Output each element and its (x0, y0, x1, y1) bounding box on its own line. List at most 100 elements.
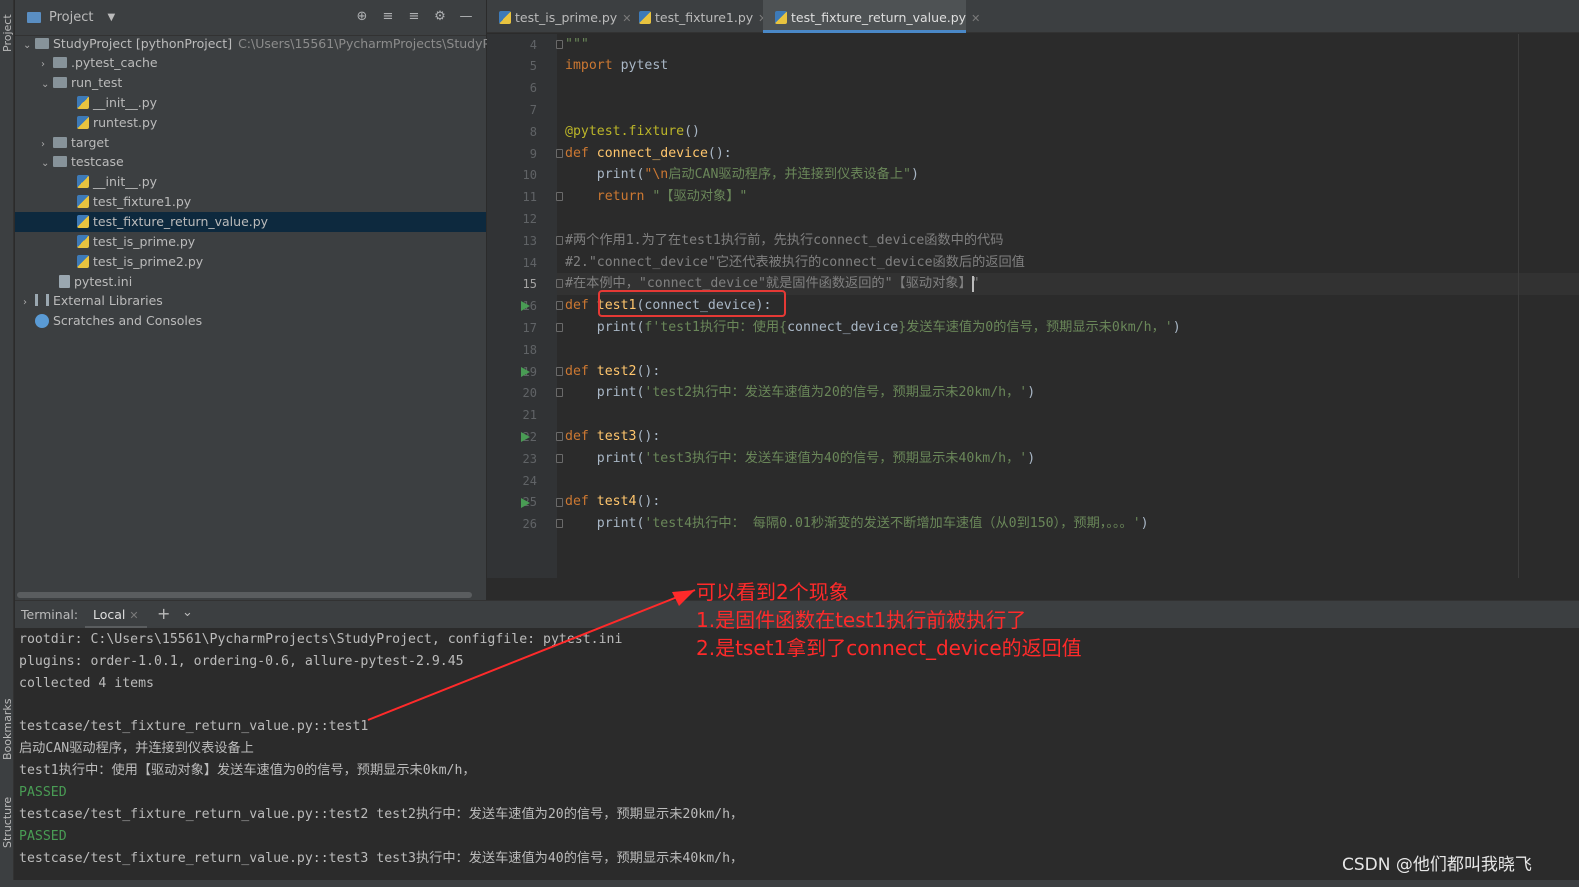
hide-icon[interactable]: — (459, 10, 473, 24)
tree-item-label: testcase (71, 154, 124, 169)
collapse-all-icon[interactable]: ≡ (407, 10, 421, 24)
folder-icon (35, 38, 49, 49)
fold-marker-icon[interactable] (556, 498, 563, 507)
tree-item-run-test[interactable]: ⌄ run_test (15, 73, 486, 93)
run-test1-icon[interactable] (521, 301, 530, 311)
tree-item-label: .pytest_cache (71, 55, 158, 70)
watermark: CSDN @他们都叫我晓飞 (1342, 855, 1532, 875)
line-number: 11 (522, 190, 537, 204)
tree-item-testcase[interactable]: ⌄ testcase (15, 152, 486, 172)
tree-item-root[interactable]: ⌄ StudyProject [pythonProject] C:\Users\15… (15, 34, 513, 54)
project-tool-window-button[interactable]: Project (1, 14, 14, 52)
tree-item-test-is-prime[interactable]: test_is_prime.py (15, 232, 486, 252)
code-token: test3 (588, 429, 637, 444)
chevron-right-icon[interactable]: › (41, 55, 53, 75)
tab-test-fixture-return-value[interactable]: test_fixture_return_value.py ✕ (763, 0, 980, 33)
tree-item-testcase-init[interactable]: __init__.py (15, 172, 486, 192)
tree-item-test-is-prime2[interactable]: test_is_prime2.py (15, 252, 486, 272)
terminal-output[interactable]: rootdir: C:\Users\15561\PycharmProjects\… (15, 628, 1579, 880)
line-number: 12 (522, 212, 537, 226)
run-test3-icon[interactable] (521, 432, 530, 442)
chevron-down-icon[interactable]: ⌄ (41, 154, 53, 174)
code-token: 启动CAN驱动程序，并连接到仪表设备上" (668, 167, 911, 182)
code-line: print('test4执行中： 每隔0.01秒渐变的发送不断增加车速值（从0到… (565, 513, 1149, 535)
code-token: () (684, 124, 700, 139)
folder-icon (53, 137, 67, 148)
code-line: print('test3执行中：发送车速值为40的信号，预期显示未40km/h，… (565, 448, 1035, 470)
fold-marker-icon[interactable] (556, 323, 563, 332)
tree-item-scratches[interactable]: Scratches and Consoles (15, 311, 486, 331)
text-caret (972, 276, 974, 292)
close-icon[interactable]: ✕ (971, 12, 980, 25)
fold-marker-icon[interactable] (556, 454, 563, 463)
fold-marker-icon[interactable] (556, 40, 563, 49)
tree-item-target[interactable]: › target (15, 133, 486, 153)
code-token: def (565, 494, 589, 509)
chevron-right-icon[interactable]: › (23, 293, 35, 313)
code-line: #两个作用1.为了在test1执行前，先执行connect_device函数中的… (565, 233, 1004, 248)
project-panel-title[interactable]: Project (49, 10, 93, 25)
tree-item-label: StudyProject [pythonProject] (53, 36, 233, 51)
gear-icon[interactable]: ⚙ (433, 10, 447, 24)
close-icon[interactable]: ✕ (129, 609, 138, 622)
tree-item-pytest-cache[interactable]: › .pytest_cache (15, 53, 486, 73)
fold-marker-icon[interactable] (556, 236, 563, 245)
code-line: def connect_device(): (565, 143, 732, 165)
tree-item-pytest-ini[interactable]: pytest.ini (15, 272, 486, 292)
project-panel-header: Project ▼ ⊕ ≡ ≡ ⚙ — (15, 0, 486, 36)
line-number: 20 (522, 386, 537, 400)
tree-item-external-libraries[interactable]: › External Libraries (15, 291, 486, 311)
tab-label: test_fixture_return_value.py (791, 10, 967, 25)
fold-marker-icon[interactable] (556, 279, 563, 288)
fold-marker-icon[interactable] (556, 149, 563, 158)
python-file-icon (499, 11, 511, 24)
code-line: print(f'test1执行中：使用{connect_device}发送车速值… (565, 317, 1181, 339)
ini-file-icon (59, 275, 70, 288)
left-tool-strip: Project Bookmarks Structure (0, 0, 14, 887)
project-panel: Project ▼ ⊕ ≡ ≡ ⚙ — ⌄ StudyProject [pytho… (15, 0, 513, 600)
line-number: 8 (529, 125, 537, 139)
editor-tab-bar: test_is_prime.py✕ test_fixture1.py✕ test… (487, 0, 1579, 33)
expand-all-icon[interactable]: ≡ (381, 10, 395, 24)
code-token: def (565, 298, 589, 313)
run-test4-icon[interactable] (521, 498, 530, 508)
fold-marker-icon[interactable] (556, 388, 563, 397)
code-line: def test2(): (565, 361, 660, 383)
terminal-tab-local[interactable]: Local ✕ (85, 601, 147, 628)
fold-marker-icon[interactable] (556, 367, 563, 376)
tree-item-label: pytest.ini (74, 274, 133, 289)
code-token: pytest (612, 58, 669, 73)
fold-marker-icon[interactable] (556, 519, 563, 528)
tree-item-run-test-init[interactable]: __init__.py (15, 93, 486, 113)
horizontal-scrollbar[interactable] (17, 592, 472, 598)
tree-item-test-fixture-return-value[interactable]: test_fixture_return_value.py (15, 212, 486, 232)
chevron-down-icon[interactable]: ⌄ (41, 75, 53, 95)
line-number: 6 (529, 81, 537, 95)
tab-test-is-prime[interactable]: test_is_prime.py ✕ (487, 0, 631, 33)
tree-item-test-fixture1[interactable]: test_fixture1.py (15, 192, 486, 212)
code-line: return "【驱动对象】" (565, 186, 748, 208)
new-terminal-icon[interactable]: + (157, 604, 170, 623)
terminal-line: collected 4 items (19, 676, 154, 691)
code-token: print( (565, 167, 645, 182)
bookmarks-tool-window-button[interactable]: Bookmarks (1, 699, 14, 760)
code-token: 'test3执行中：发送车速值为40的信号，预期显示未40km/h，' (644, 451, 1028, 466)
tree-item-runtest[interactable]: runtest.py (15, 113, 486, 133)
fold-marker-icon[interactable] (556, 301, 563, 310)
tab-test-fixture1[interactable]: test_fixture1.py✕ (627, 0, 767, 33)
fold-marker-icon[interactable] (556, 432, 563, 441)
code-token: @pytest.fixture (565, 124, 685, 139)
project-path: C:\Users\15561\PycharmProjects\StudyProj… (238, 36, 514, 51)
code-token: }发送车速值为0的信号，预期显示未0km/h，' (898, 320, 1173, 335)
chevron-down-icon[interactable]: ⌄ (182, 605, 193, 620)
locate-icon[interactable]: ⊕ (355, 10, 369, 24)
run-test2-icon[interactable] (521, 367, 530, 377)
line-number: 5 (529, 59, 537, 73)
tree-item-label: test_is_prime2.py (93, 254, 204, 269)
python-file-icon (77, 175, 89, 188)
chevron-down-icon[interactable]: ▼ (107, 12, 115, 23)
structure-tool-window-button[interactable]: Structure (1, 797, 14, 848)
tree-item-label: test_is_prime.py (93, 234, 196, 249)
tree-item-label: Scratches and Consoles (53, 313, 203, 328)
fold-marker-icon[interactable] (556, 192, 563, 201)
